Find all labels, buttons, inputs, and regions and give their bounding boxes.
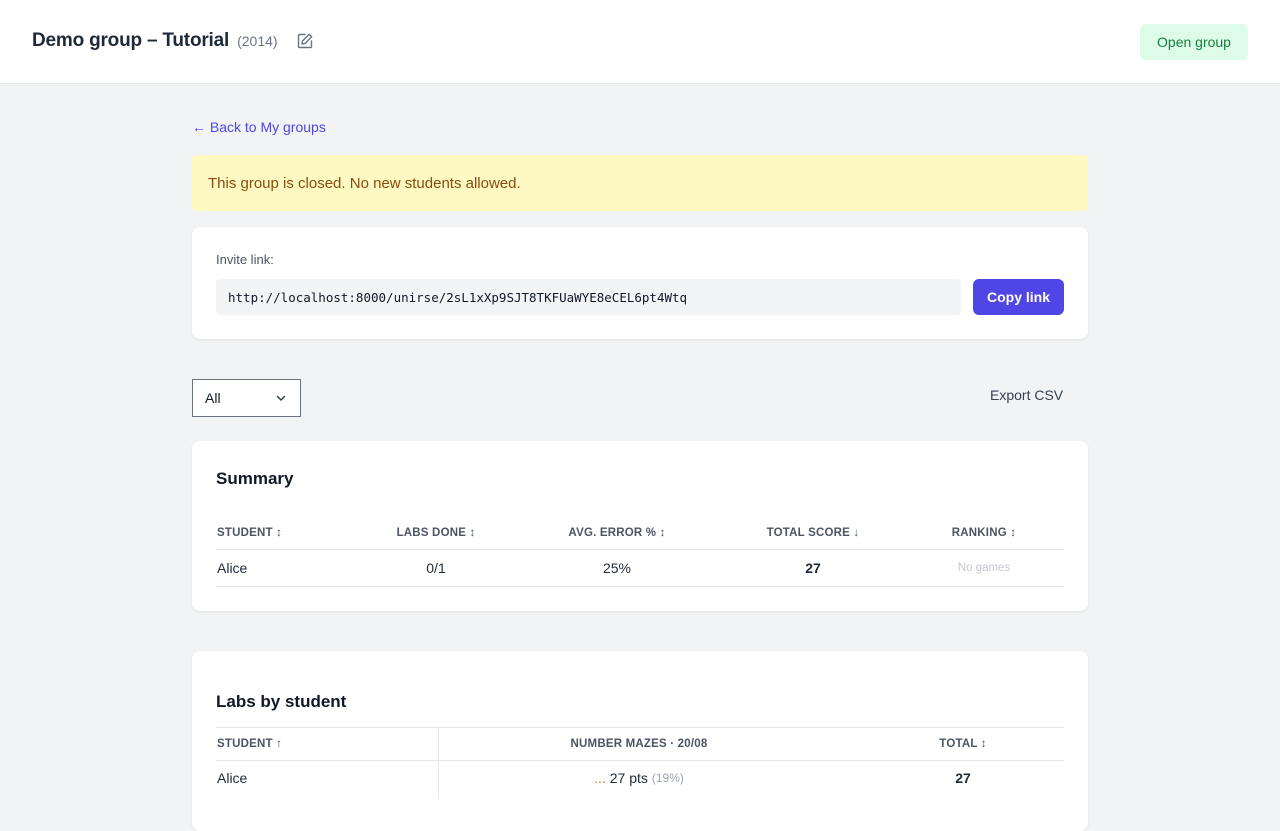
col-labs-done[interactable]: LABS DONE ↕ [346,516,526,549]
filter-selected-value: All [205,390,221,406]
group-year: (2014) [237,33,278,49]
score-prefix: ... [594,770,606,786]
table-row: Alice ... 27 pts (19%) 27 [216,761,1064,795]
notice-text: This group is closed. No new students al… [208,174,521,192]
col-number-mazes[interactable]: NUMBER MAZES · 20/08 [539,728,739,760]
summary-table: STUDENT ↕ LABS DONE ↕ AVG. ERROR % ↕ TOT… [216,516,1064,587]
top-bar: Demo group – Tutorial (2014) Open group [0,0,1280,84]
total-value: 27 [955,770,971,786]
col-total-score[interactable]: TOTAL SCORE ↓ [723,516,903,549]
labs-title: Labs by student [216,692,347,711]
lab-points: 27 pts [609,770,648,786]
col-student[interactable]: STUDENT ↕ [217,516,337,549]
chevron-down-icon [274,391,288,405]
open-group-button[interactable]: Open group [1140,24,1248,60]
avg-error-value: 25% [602,560,632,576]
summary-header-row: STUDENT ↕ LABS DONE ↕ AVG. ERROR % ↕ TOT… [216,516,1064,550]
col-student[interactable]: STUDENT ↑ [217,728,417,760]
invite-link-field[interactable] [216,279,961,315]
ranking-value: No games [957,562,1011,574]
invite-card: Invite link: Copy link [192,227,1088,339]
student-name: Alice [217,770,248,786]
table-row: Alice 0/1 25% 27 No games [216,550,1064,587]
labs-card: Labs by student STUDENT ↑ NUMBER MAZES ·… [192,651,1088,831]
export-csv-button[interactable]: Export CSV [990,387,1063,403]
back-to-groups-link[interactable]: ← Back to My groups [192,119,326,135]
summary-title: Summary [216,469,294,488]
title-wrap: Demo group – Tutorial (2014) [32,30,278,52]
closed-notice: This group is closed. No new students al… [192,155,1088,211]
col-ranking[interactable]: RANKING ↕ [894,516,1074,549]
filter-select[interactable]: All [192,379,301,417]
total-score-value: 27 [805,560,821,576]
student-name: Alice [217,560,248,576]
col-avg-error[interactable]: AVG. ERROR % ↕ [527,516,707,549]
labs-done-value: 0/1 [426,560,446,576]
summary-card: Summary STUDENT ↕ LABS DONE ↕ AVG. ERROR… [192,441,1088,611]
labs-table: STUDENT ↑ NUMBER MAZES · 20/08 TOTAL ↕ A… [216,727,1064,799]
lab-percent: (19%) [651,771,684,785]
labs-header-row: STUDENT ↑ NUMBER MAZES · 20/08 TOTAL ↕ [216,727,1064,761]
invite-label: Invite link: [216,252,274,267]
edit-icon[interactable] [296,32,314,50]
page-title: Demo group – Tutorial [32,30,230,51]
lab-score-cell: ... 27 pts (19%) [539,761,739,795]
copy-link-button[interactable]: Copy link [973,279,1064,315]
col-total[interactable]: TOTAL ↕ [863,728,1063,760]
